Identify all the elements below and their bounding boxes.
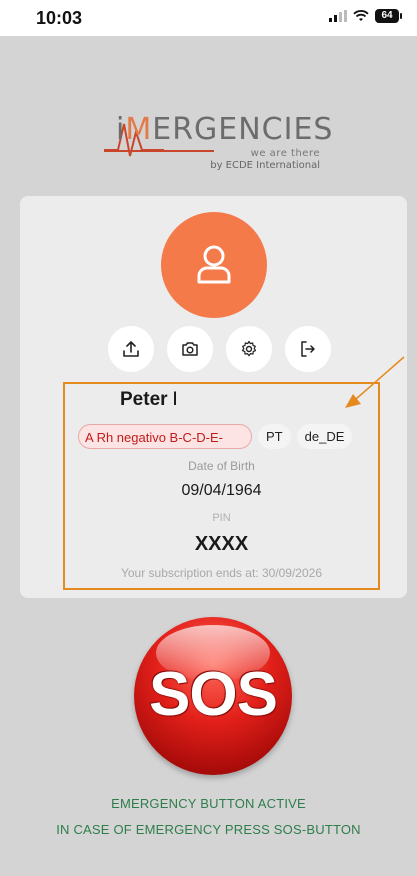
sos-button[interactable]: SOS bbox=[134, 617, 292, 775]
sos-label: SOS bbox=[149, 660, 278, 729]
emergency-status-line2: IN CASE OF EMERGENCY PRESS SOS-BUTTON bbox=[56, 822, 361, 837]
emergency-status-line1: EMERGENCY BUTTON ACTIVE bbox=[111, 796, 306, 811]
